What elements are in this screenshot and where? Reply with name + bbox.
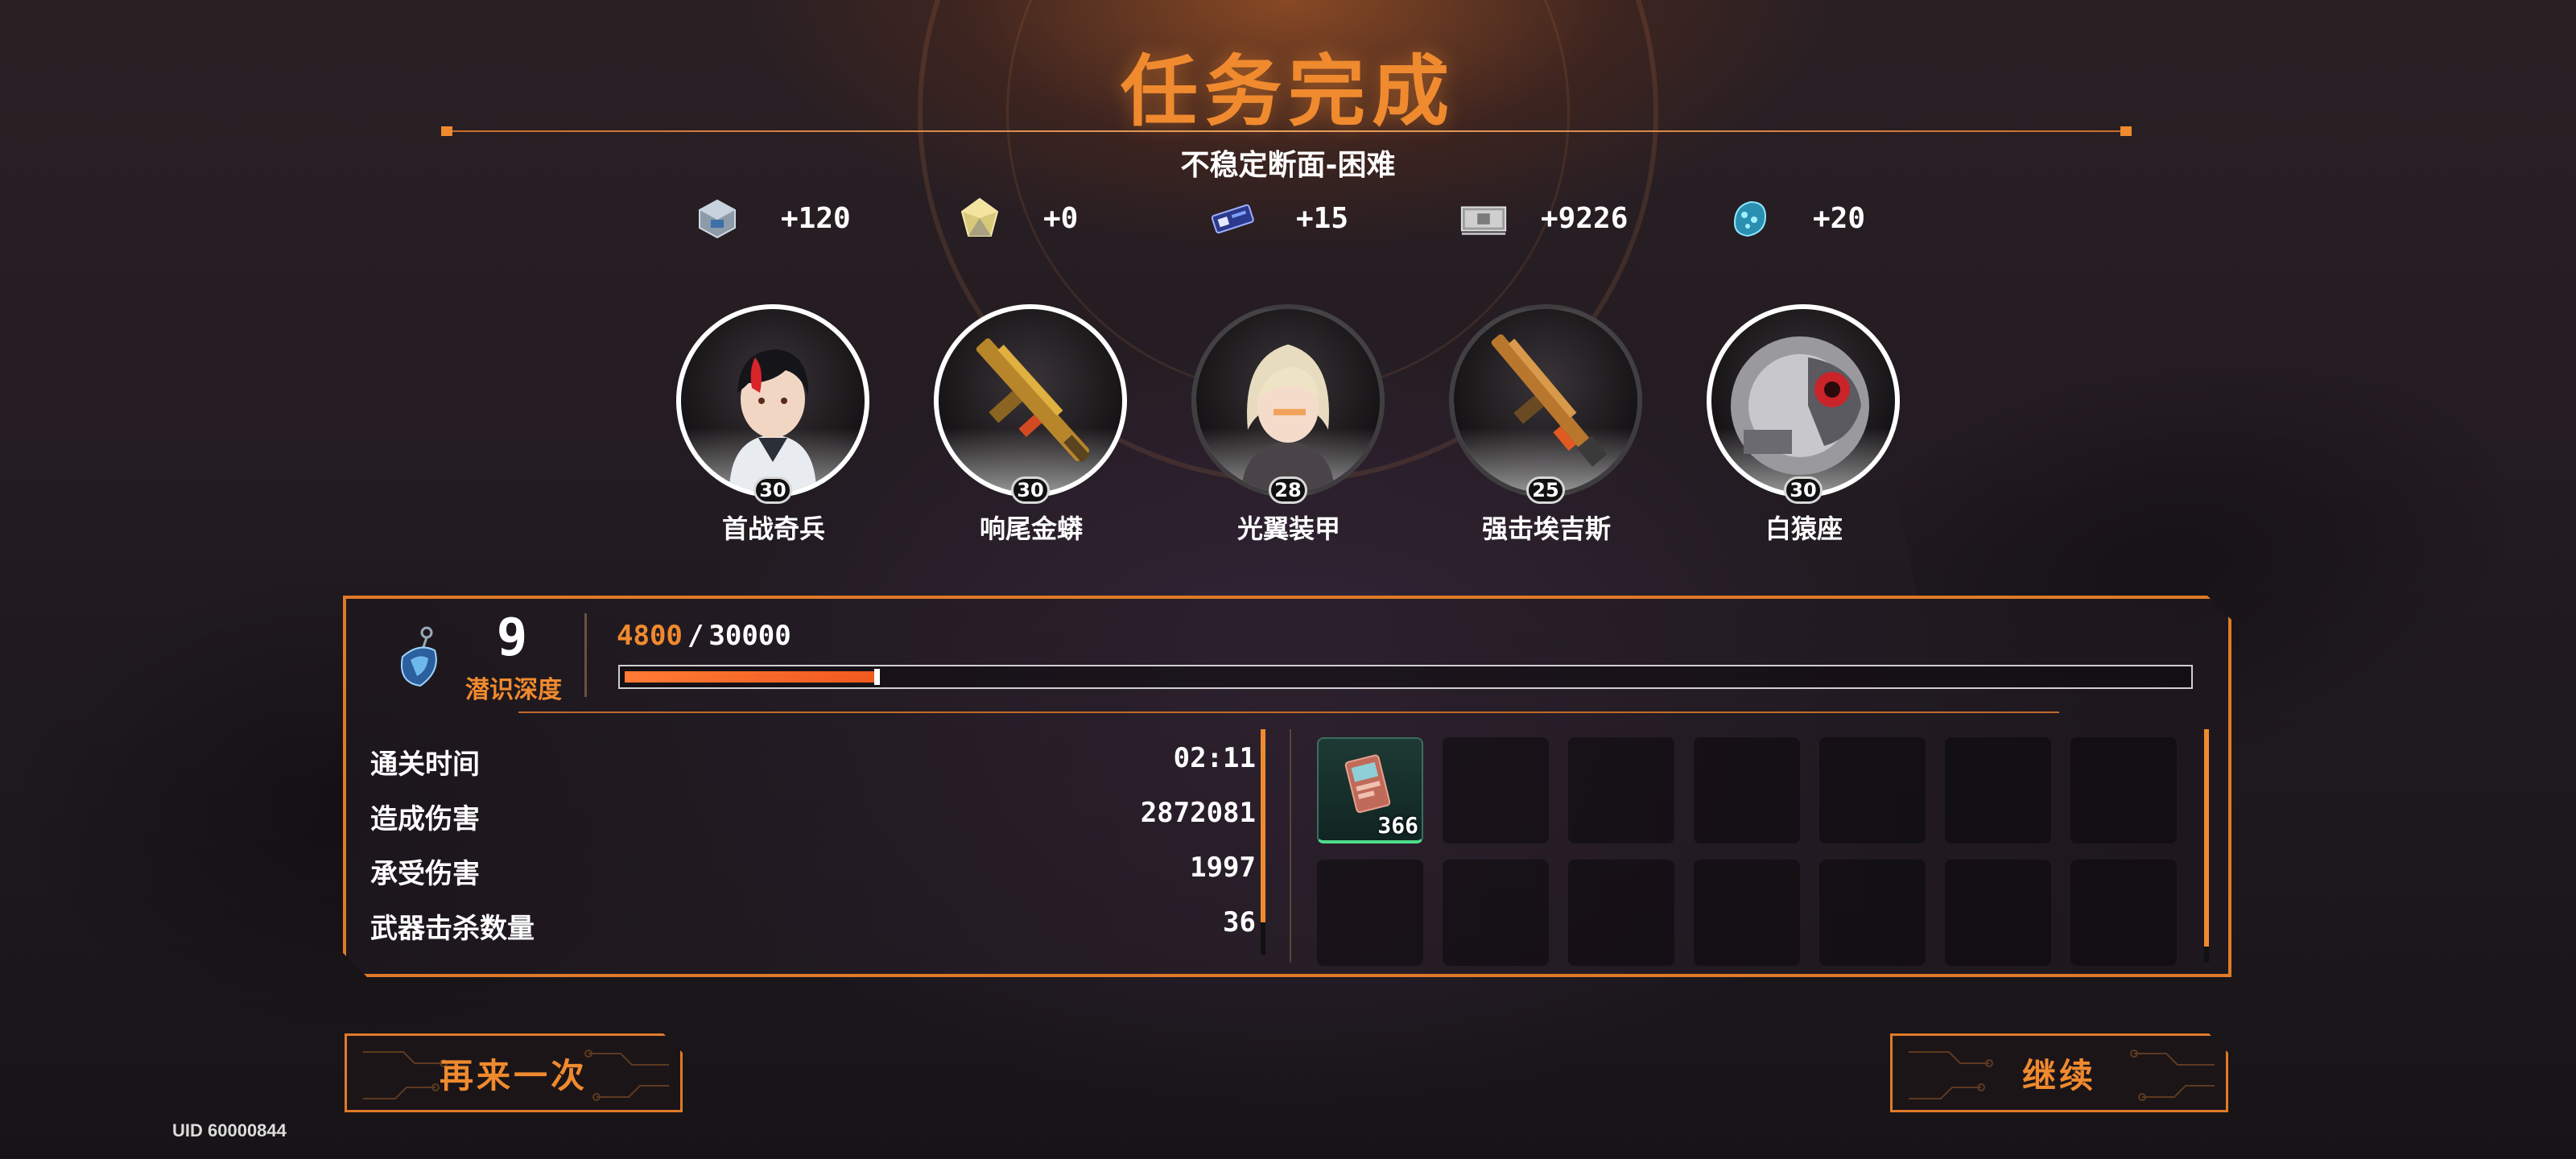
stats-scrollbar[interactable] <box>1261 729 1265 955</box>
stats-scrollbar-thumb[interactable] <box>1261 729 1265 922</box>
character-level-badge: 25 <box>1526 476 1565 504</box>
character-name: 强击埃吉斯 <box>1481 514 1611 544</box>
stat-label: 通关时间 <box>370 749 480 781</box>
results-panel: 9 潜识深度 4800/30000 通关时间 02:11 造成伤害 287208… <box>343 596 2231 977</box>
rifle-weapon-icon <box>976 338 1091 463</box>
character-card[interactable]: 25 强击埃吉斯 <box>1446 304 1647 546</box>
gold-crystal-icon <box>955 193 1005 243</box>
soldier-portrait-icon <box>729 349 816 493</box>
experience-progress-bar <box>618 665 2193 689</box>
loot-slot-empty <box>1819 860 1926 966</box>
dive-depth-level: 9 <box>496 608 528 668</box>
cash-stack-icon <box>1459 193 1509 243</box>
character-portrait-avatar <box>1191 304 1385 497</box>
loot-slot-empty <box>1443 737 1549 843</box>
loot-slot-empty <box>1945 860 2051 966</box>
dive-depth-label: 潜识深度 <box>465 676 562 704</box>
shotgun-weapon-icon <box>1491 334 1608 467</box>
stat-row: 造成伤害 2872081 <box>370 789 1256 843</box>
continue-button-label: 继续 <box>2021 1055 2096 1095</box>
loot-slot-empty <box>2070 737 2177 843</box>
stat-value: 36 <box>1223 906 1256 938</box>
character-level-badge: 28 <box>1269 476 1307 504</box>
title-divider <box>441 130 2132 132</box>
loot-slot-empty <box>1945 737 2051 843</box>
character-portrait-avatar <box>676 304 869 497</box>
experience-progress-fill <box>625 671 874 683</box>
silver-cube-icon <box>692 193 742 243</box>
depth-separator <box>584 613 587 697</box>
character-card[interactable]: 30 首战奇兵 <box>673 304 874 546</box>
dive-crystal-icon <box>378 615 459 695</box>
loot-slot-empty <box>1694 860 1800 966</box>
retry-button[interactable]: 再来一次 <box>345 1033 683 1112</box>
reward-item[interactable]: +9226 <box>1459 190 1628 246</box>
reward-row: +120 +0 +15 +9226 +20 <box>0 190 2576 246</box>
stage-name: 不稳定断面-困难 <box>1180 149 1396 182</box>
stat-label: 武器击杀数量 <box>370 913 535 945</box>
reward-value: +120 <box>781 201 851 235</box>
character-name: 白猿座 <box>1765 514 1843 544</box>
experience-max: 30000 <box>708 620 791 652</box>
character-portrait-avatar <box>1707 304 1900 497</box>
character-level-badge: 30 <box>1784 476 1823 504</box>
reward-value: +0 <box>1043 201 1079 235</box>
reward-item[interactable]: +20 <box>1724 190 1865 246</box>
loot-item-count: 366 <box>1377 812 1418 839</box>
blue-gem-icon <box>1724 193 1774 243</box>
loot-slot-empty <box>1819 737 1926 843</box>
character-portrait-avatar <box>1449 304 1642 497</box>
retry-button-label: 再来一次 <box>439 1055 588 1095</box>
loot-grid: 366 <box>1317 737 2177 966</box>
stat-value: 02:11 <box>1173 742 1256 774</box>
loot-slot-item[interactable]: 366 <box>1317 737 1423 843</box>
reward-value: +15 <box>1296 201 1349 235</box>
loot-slot-empty <box>1568 737 1674 843</box>
panel-vertical-separator <box>1290 729 1291 963</box>
loot-slot-empty <box>1443 860 1549 966</box>
experience-readout: 4800/30000 <box>617 620 791 652</box>
continue-button[interactable]: 继续 <box>1890 1033 2228 1112</box>
character-name: 光翼装甲 <box>1236 514 1340 544</box>
loot-slot-empty <box>2070 860 2177 966</box>
stat-value: 2872081 <box>1140 797 1256 829</box>
character-card[interactable]: 30 白猿座 <box>1703 304 1905 546</box>
experience-progress-knob <box>874 669 880 685</box>
character-level-badge: 30 <box>753 476 792 504</box>
armored-girl-portrait-icon <box>1241 344 1335 493</box>
reward-value: +9226 <box>1541 201 1629 235</box>
loot-slot-empty <box>1568 860 1674 966</box>
reward-item[interactable]: +0 <box>955 190 1078 246</box>
loot-slot-empty <box>1694 737 1800 843</box>
title-divider-cap-right <box>2120 126 2132 136</box>
stat-value: 1997 <box>1190 852 1256 884</box>
mission-complete-title: 任务完成 <box>1121 47 1455 137</box>
character-name: 响尾金蟒 <box>979 514 1083 544</box>
loot-slot-empty <box>1317 860 1423 966</box>
stat-label: 承受伤害 <box>370 858 480 890</box>
white-ape-mech-icon <box>1731 336 1869 475</box>
experience-current: 4800 <box>617 620 683 652</box>
user-id-label: UID 60000844 <box>172 1120 287 1140</box>
stat-row: 武器击杀数量 36 <box>370 898 1256 953</box>
stat-label: 造成伤害 <box>370 803 480 835</box>
character-level-badge: 30 <box>1011 476 1050 504</box>
blue-chip-icon <box>1208 193 1257 243</box>
loot-scrollbar[interactable] <box>2204 729 2209 963</box>
stat-row: 承受伤害 1997 <box>370 843 1256 898</box>
panel-divider <box>518 711 2059 713</box>
battle-stats-list: 通关时间 02:11 造成伤害 2872081 承受伤害 1997 武器击杀数量… <box>370 734 1256 953</box>
reward-value: +20 <box>1813 201 1866 235</box>
character-portrait-avatar <box>934 304 1127 497</box>
loot-scrollbar-thumb[interactable] <box>2204 729 2209 947</box>
reward-item[interactable]: +15 <box>1208 190 1348 246</box>
experience-separator: / <box>687 620 704 652</box>
stat-row: 通关时间 02:11 <box>370 734 1256 789</box>
character-card[interactable]: 28 光翼装甲 <box>1188 304 1389 546</box>
title-divider-cap-left <box>441 126 452 136</box>
character-card[interactable]: 30 响尾金蟒 <box>931 304 1132 546</box>
reward-item[interactable]: +120 <box>692 190 851 246</box>
character-name: 首战奇兵 <box>721 514 825 544</box>
